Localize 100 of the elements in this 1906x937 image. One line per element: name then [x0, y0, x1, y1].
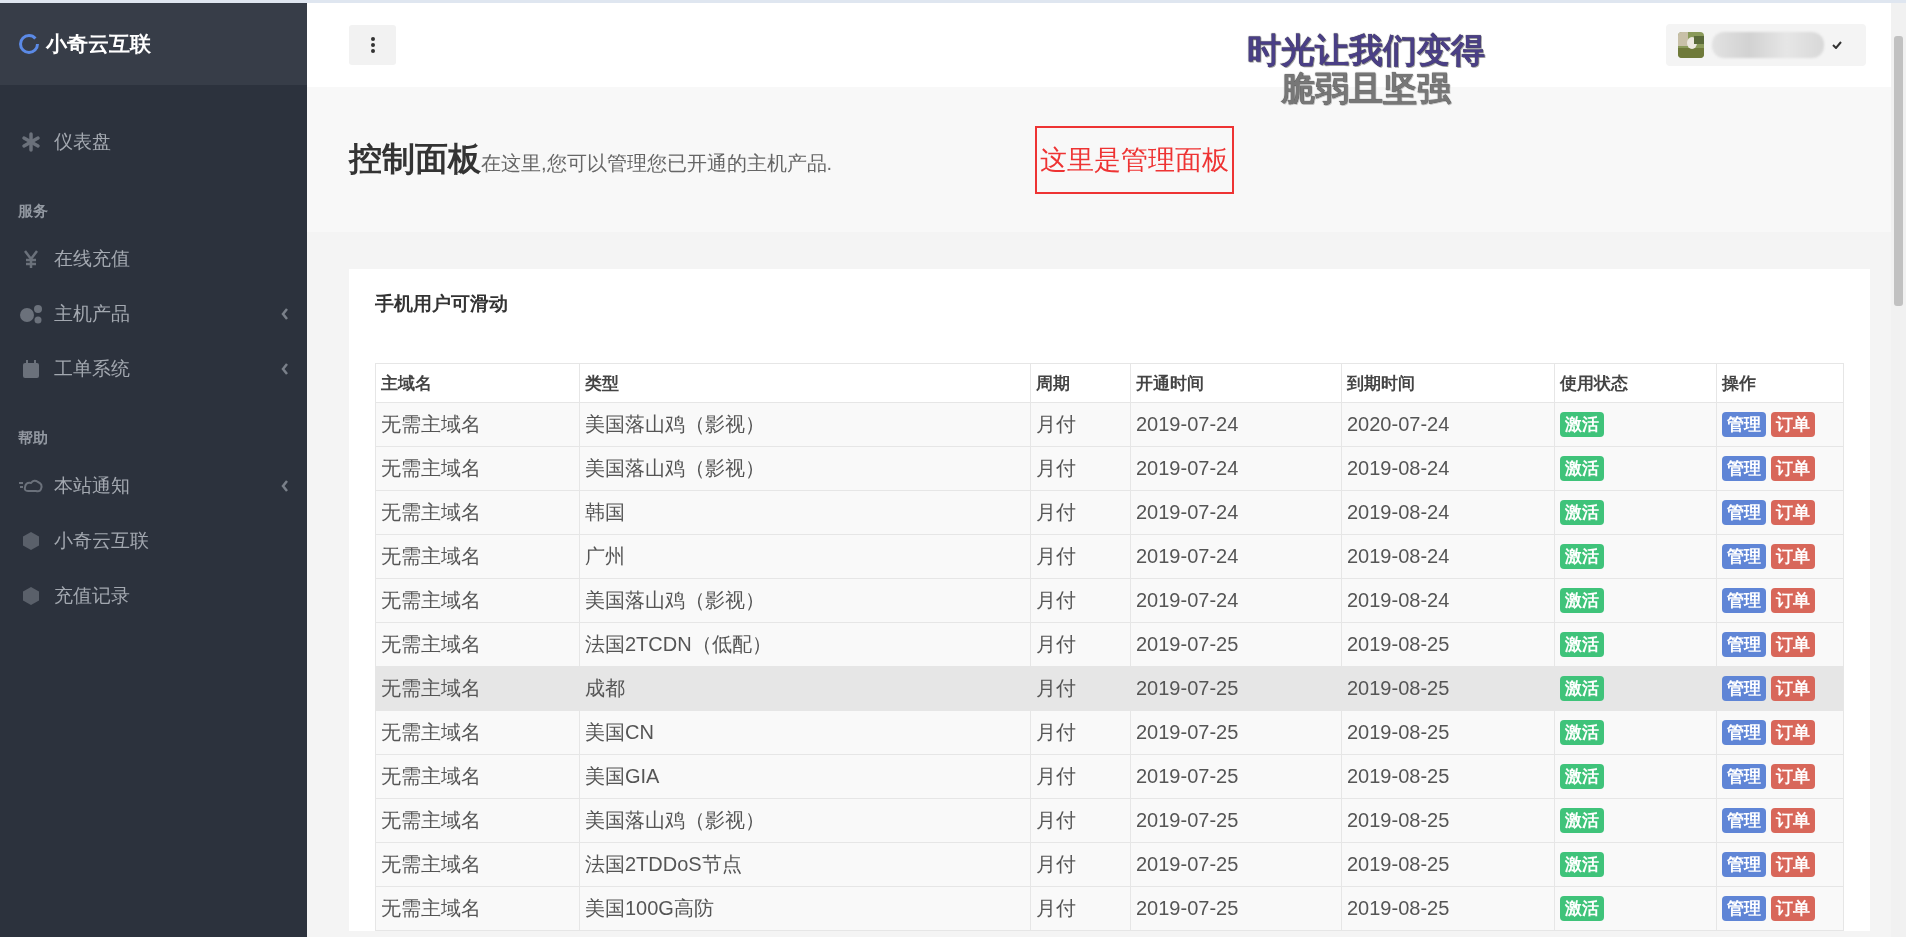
table-cell: 2019-07-24	[1130, 490, 1342, 535]
nav-item[interactable]: 工单系统	[0, 341, 307, 396]
table-cell: 月付	[1030, 754, 1131, 799]
order-button[interactable]: 订单	[1771, 720, 1815, 745]
column-header: 操作	[1716, 363, 1844, 403]
order-button[interactable]: 订单	[1771, 412, 1815, 437]
status-badge: 激活	[1560, 632, 1604, 657]
table-cell: 月付	[1030, 666, 1131, 711]
table-cell: 无需主域名	[375, 622, 580, 667]
table-cell: 无需主域名	[375, 490, 580, 535]
nav-item[interactable]: 主机产品	[0, 286, 307, 341]
order-button[interactable]: 订单	[1771, 632, 1815, 657]
status-badge: 激活	[1560, 808, 1604, 833]
table-cell: 月付	[1030, 490, 1131, 535]
table-cell: 2019-07-25	[1130, 798, 1342, 843]
column-header: 周期	[1030, 363, 1131, 403]
table-cell: 2019-07-25	[1130, 842, 1342, 887]
status-badge: 激活	[1560, 588, 1604, 613]
table-cell: 2019-07-25	[1130, 886, 1342, 931]
manage-button[interactable]: 管理	[1722, 808, 1766, 833]
status-badge: 激活	[1560, 720, 1604, 745]
table-cell: 月付	[1030, 534, 1131, 579]
table-cell: 无需主域名	[375, 402, 580, 447]
page-title: 控制面板	[349, 139, 481, 179]
status-badge: 激活	[1560, 764, 1604, 789]
nav-item[interactable]: 本站通知	[0, 458, 307, 513]
order-button[interactable]: 订单	[1771, 500, 1815, 525]
table-cell: 美国落山鸡（影视）	[579, 798, 1031, 843]
nav-heading: 服务	[17, 201, 49, 221]
table-cell: 无需主域名	[375, 534, 580, 579]
manage-button[interactable]: 管理	[1722, 588, 1766, 613]
order-button[interactable]: 订单	[1771, 456, 1815, 481]
manage-button[interactable]: 管理	[1722, 412, 1766, 437]
order-button[interactable]: 订单	[1771, 588, 1815, 613]
order-button[interactable]: 订单	[1771, 676, 1815, 701]
table-cell: 2019-08-25	[1341, 666, 1555, 711]
nav-item[interactable]: 小奇云互联	[0, 513, 307, 568]
table-cell: 2019-08-25	[1341, 886, 1555, 931]
status-badge: 激活	[1560, 544, 1604, 569]
order-button[interactable]: 订单	[1771, 852, 1815, 877]
nav-item[interactable]: 在线充值	[0, 231, 307, 286]
table-cell: 法国2TCDN（低配）	[579, 622, 1031, 667]
scrollbar-thumb[interactable]	[1894, 36, 1903, 306]
manage-button[interactable]: 管理	[1722, 852, 1766, 877]
banner-text: 脆弱且坚强	[1281, 69, 1451, 107]
nav-heading: 帮助	[17, 428, 49, 448]
table-cell: 美国落山鸡（影视）	[579, 402, 1031, 447]
table-cell: 2019-08-24	[1341, 490, 1555, 535]
manage-button[interactable]: 管理	[1722, 632, 1766, 657]
table-cell: 2019-08-25	[1341, 798, 1555, 843]
table-cell: 无需主域名	[375, 754, 580, 799]
order-button[interactable]: 订单	[1771, 764, 1815, 789]
manage-button[interactable]: 管理	[1722, 720, 1766, 745]
nav-item[interactable]: 充值记录	[0, 568, 307, 623]
nav-item[interactable]: 仪表盘	[0, 114, 307, 169]
status-badge: 激活	[1560, 676, 1604, 701]
manage-button[interactable]: 管理	[1722, 456, 1766, 481]
manage-button[interactable]: 管理	[1722, 544, 1766, 569]
status-badge: 激活	[1560, 896, 1604, 921]
table-cell: 美国100G高防	[579, 886, 1031, 931]
manage-button[interactable]: 管理	[1722, 500, 1766, 525]
table-cell: 2019-08-25	[1341, 622, 1555, 667]
manage-button[interactable]: 管理	[1722, 896, 1766, 921]
user-menu-button[interactable]	[1666, 24, 1866, 66]
table-cell: 无需主域名	[375, 710, 580, 755]
table-cell: 月付	[1030, 402, 1131, 447]
column-header: 使用状态	[1554, 363, 1717, 403]
table-cell: 无需主域名	[375, 666, 580, 711]
table-cell: 2019-07-25	[1130, 622, 1342, 667]
table-cell: 无需主域名	[375, 578, 580, 623]
column-header: 开通时间	[1130, 363, 1342, 403]
ring-icon	[18, 33, 40, 55]
column-header: 主域名	[375, 363, 580, 403]
order-button[interactable]: 订单	[1771, 544, 1815, 569]
column-header: 到期时间	[1341, 363, 1555, 403]
order-button[interactable]: 订单	[1771, 808, 1815, 833]
table-cell: 美国落山鸡（影视）	[579, 446, 1031, 491]
table-cell: 法国2TDDoS节点	[579, 842, 1031, 887]
status-badge: 激活	[1560, 852, 1604, 877]
manage-button[interactable]: 管理	[1722, 764, 1766, 789]
page-subtitle: 在这里,您可以管理您已开通的主机产品.	[481, 151, 833, 176]
brand-name[interactable]: 小奇云互联	[46, 30, 151, 58]
table-cell: 月付	[1030, 578, 1131, 623]
menu-button[interactable]	[349, 25, 396, 65]
table-cell: 月付	[1030, 886, 1131, 931]
table-cell: 成都	[579, 666, 1031, 711]
table-cell: 2019-08-24	[1341, 578, 1555, 623]
table-cell: 广州	[579, 534, 1031, 579]
table-cell: 美国落山鸡（影视）	[579, 578, 1031, 623]
status-badge: 激活	[1560, 412, 1604, 437]
table-cell: 2020-07-24	[1341, 402, 1555, 447]
table-cell: 无需主域名	[375, 842, 580, 887]
status-badge: 激活	[1560, 456, 1604, 481]
manage-button[interactable]: 管理	[1722, 676, 1766, 701]
table-cell: 月付	[1030, 798, 1131, 843]
table-cell: 2019-07-25	[1130, 710, 1342, 755]
table-cell: 无需主域名	[375, 446, 580, 491]
table-cell: 月付	[1030, 622, 1131, 667]
order-button[interactable]: 订单	[1771, 896, 1815, 921]
table-cell: 2019-08-25	[1341, 710, 1555, 755]
